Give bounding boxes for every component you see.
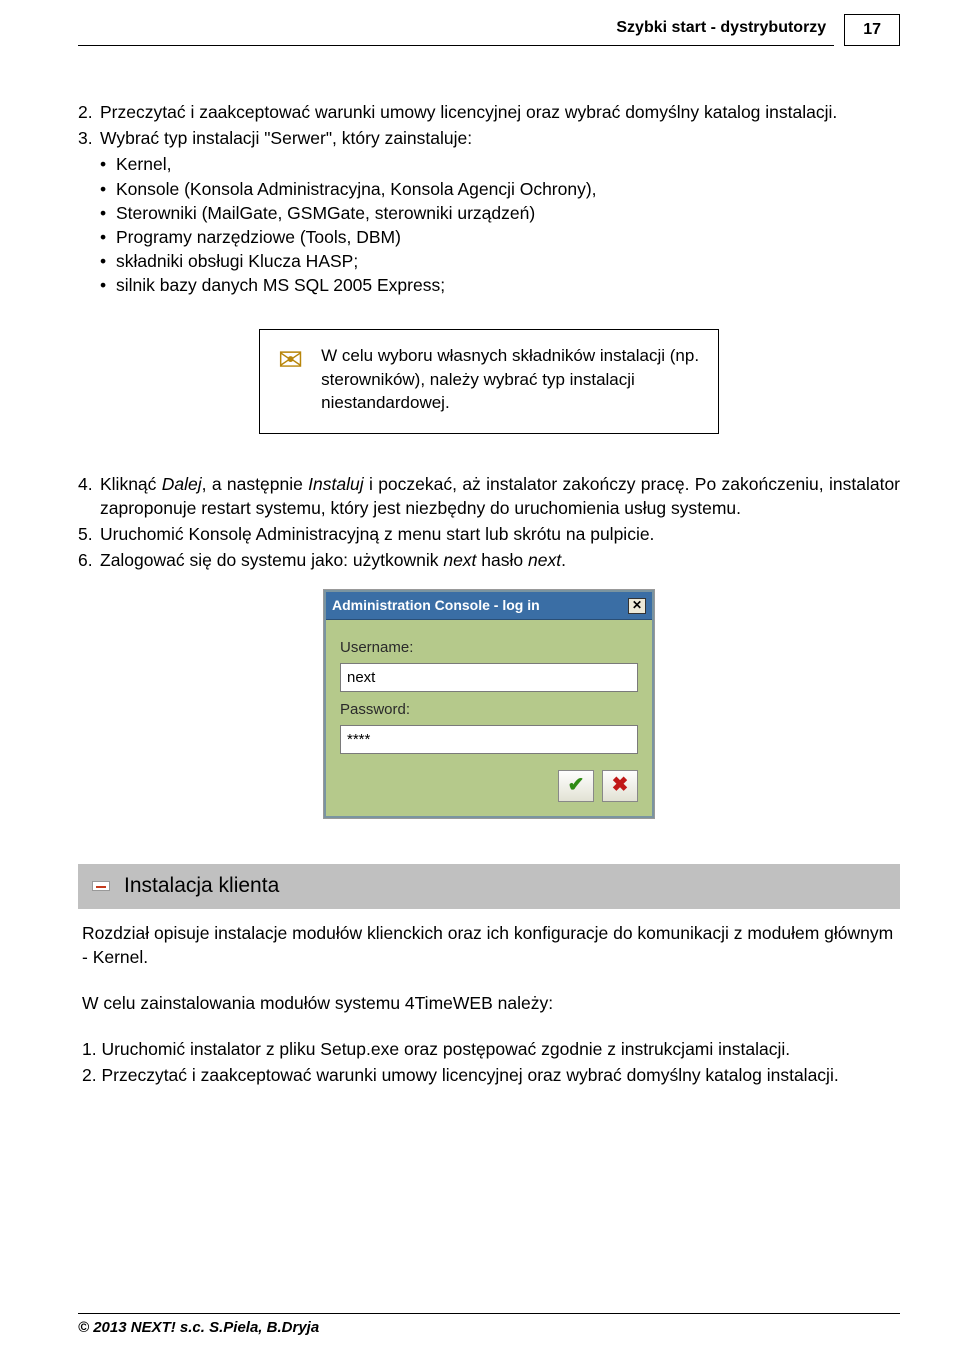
bullet-icon: •: [100, 152, 116, 176]
page-footer: © 2013 NEXT! s.c. S.Piela, B.Dryja: [78, 1313, 900, 1339]
section-paragraph: W celu zainstalowania modułów systemu 4T…: [82, 991, 896, 1015]
bullet-icon: •: [100, 201, 116, 225]
page-number: 17: [863, 19, 881, 41]
list-number: 4.: [78, 472, 100, 520]
instruction-list-1: 2. Przeczytać i zaakceptować warunki umo…: [78, 100, 900, 297]
section-paragraph: Rozdział opisuje instalacje modułów klie…: [82, 921, 896, 969]
bullet-icon: •: [100, 225, 116, 249]
section-body: Rozdział opisuje instalacje modułów klie…: [78, 921, 900, 1088]
bullet-text: silnik bazy danych MS SQL 2005 Express;: [116, 273, 445, 297]
bullet-list: •Kernel, •Konsole (Konsola Administracyj…: [100, 152, 900, 297]
username-label: Username:: [340, 638, 638, 659]
bullet-icon: •: [100, 273, 116, 297]
section-list-item: 2. Przeczytać i zaakceptować warunki umo…: [82, 1063, 896, 1087]
checkmark-icon: ✔: [568, 772, 585, 800]
bullet-text: Sterowniki (MailGate, GSMGate, sterownik…: [116, 201, 535, 225]
page-header: Szybki start - dystrybutorzy 17: [78, 14, 900, 46]
note-box: ✉ W celu wyboru własnych składników inst…: [259, 329, 719, 433]
list-text: Przeczytać i zaakceptować warunki umowy …: [100, 100, 900, 124]
close-icon[interactable]: ✕: [628, 598, 646, 614]
italic-text: Instaluj: [308, 474, 363, 494]
list-text: Kliknąć Dalej, a następnie Instaluj i po…: [100, 472, 900, 520]
bullet-text: Programy narzędziowe (Tools, DBM): [116, 225, 401, 249]
envelope-icon: ✉: [278, 344, 303, 414]
text-run: , a następnie: [202, 474, 309, 494]
text-run: hasło: [476, 550, 528, 570]
bullet-text: Kernel,: [116, 152, 171, 176]
ok-button[interactable]: ✔: [558, 770, 594, 802]
collapse-icon[interactable]: [92, 881, 110, 891]
dialog-title: Administration Console - log in: [332, 596, 540, 615]
text-run: Zalogować się do systemu jako: użytkowni…: [100, 550, 443, 570]
note-text: W celu wyboru własnych składników instal…: [321, 344, 700, 414]
copyright-text: © 2013 NEXT! s.c. S.Piela, B.Dryja: [78, 1319, 319, 1336]
italic-text: Dalej: [162, 474, 202, 494]
text-run: .: [561, 550, 566, 570]
bullet-text: składniki obsługi Klucza HASP;: [116, 249, 358, 273]
text-run: Kliknąć: [100, 474, 162, 494]
italic-text: next: [443, 550, 476, 570]
bullet-icon: •: [100, 177, 116, 201]
instruction-list-2: 4. Kliknąć Dalej, a następnie Instaluj i…: [78, 472, 900, 573]
header-title: Szybki start - dystrybutorzy: [616, 17, 826, 39]
section-header[interactable]: Instalacja klienta: [78, 864, 900, 909]
list-number: 2.: [78, 100, 100, 124]
bullet-text: Konsole (Konsola Administracyjna, Konsol…: [116, 177, 597, 201]
list-text: Zalogować się do systemu jako: użytkowni…: [100, 548, 900, 572]
password-input[interactable]: [340, 725, 638, 754]
section-list-item: 1. Uruchomić instalator z pliku Setup.ex…: [82, 1037, 896, 1061]
password-label: Password:: [340, 700, 638, 721]
dialog-titlebar: Administration Console - log in ✕: [326, 592, 652, 620]
login-dialog: Administration Console - log in ✕ Userna…: [324, 590, 654, 818]
bullet-icon: •: [100, 249, 116, 273]
list-text: Uruchomić Konsolę Administracyjną z menu…: [100, 522, 900, 546]
list-number: 5.: [78, 522, 100, 546]
section-title: Instalacja klienta: [124, 872, 279, 901]
italic-text: next: [528, 550, 561, 570]
cancel-button[interactable]: ✖: [602, 770, 638, 802]
cross-icon: ✖: [612, 772, 629, 800]
list-number: 3.: [78, 126, 100, 150]
username-input[interactable]: [340, 663, 638, 692]
list-text: Wybrać typ instalacji "Serwer", który za…: [100, 126, 900, 150]
list-number: 6.: [78, 548, 100, 572]
